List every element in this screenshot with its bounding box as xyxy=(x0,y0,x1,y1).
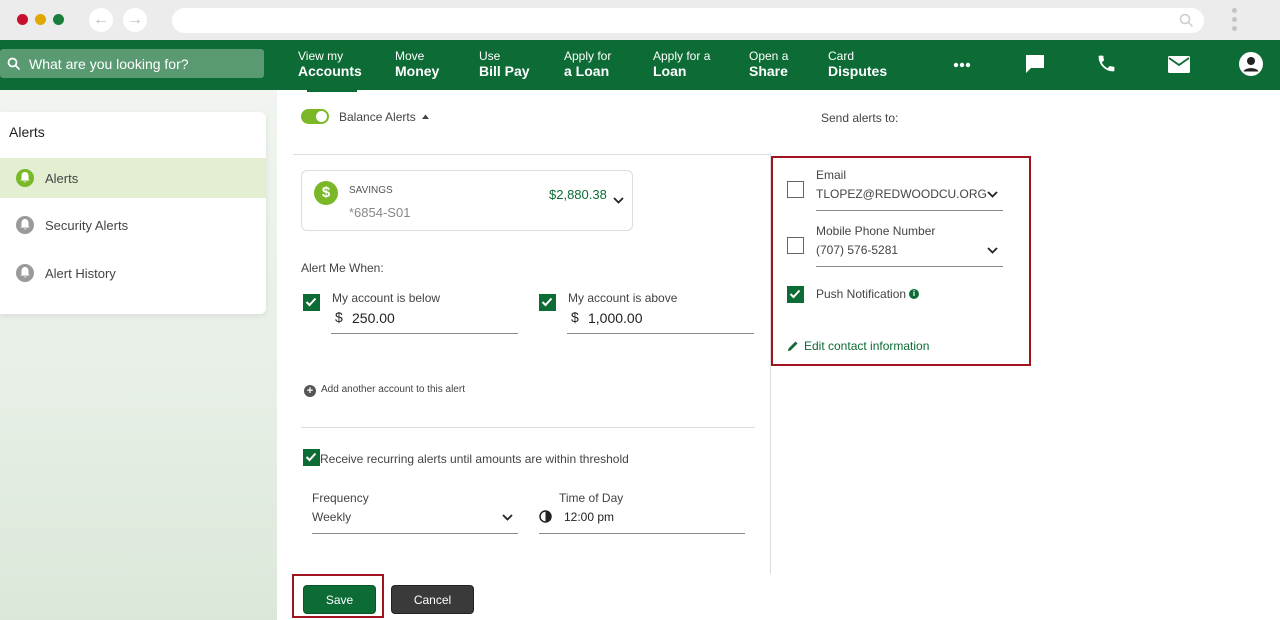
bell-icon xyxy=(16,216,34,234)
sidebar-item-alert-history[interactable]: Alert History xyxy=(0,253,266,293)
close-window-dot[interactable] xyxy=(17,14,28,25)
add-account-link[interactable]: Add another account to this alert xyxy=(321,384,465,395)
sidebar-title: Alerts xyxy=(9,124,45,140)
above-label: My account is above xyxy=(568,291,678,305)
alert-editor: Balance Alerts Send alerts to: $ SAVINGS… xyxy=(277,90,1280,620)
email-select[interactable]: TLOPEZ@REDWOODCU.ORG xyxy=(816,187,987,201)
nav-apply-loan[interactable]: Apply for a Loan xyxy=(564,49,611,79)
below-label: My account is below xyxy=(332,291,441,305)
email-checkbox[interactable] xyxy=(787,181,804,198)
sidebar-item-label: Alert History xyxy=(45,266,116,281)
alert-me-when-label: Alert Me When: xyxy=(301,261,384,275)
divider xyxy=(301,427,755,428)
below-amount-input[interactable]: 250.00 xyxy=(352,310,395,326)
forward-arrow-icon[interactable]: → xyxy=(123,8,147,32)
below-input-underline xyxy=(331,333,518,334)
nav-view-accounts[interactable]: View my Accounts xyxy=(298,49,362,79)
bell-icon xyxy=(16,264,34,282)
above-input-underline xyxy=(567,333,754,334)
account-number: *6854-S01 xyxy=(349,205,411,220)
recurring-label: Receive recurring alerts until amounts a… xyxy=(320,452,629,466)
alerts-sidebar: Alerts Alerts Security Alerts Alert Hist… xyxy=(0,112,266,314)
phone-label: Mobile Phone Number xyxy=(816,224,936,238)
push-checkbox[interactable] xyxy=(787,286,804,303)
mail-icon[interactable] xyxy=(1168,56,1190,73)
back-arrow-icon[interactable]: ← xyxy=(89,8,113,32)
save-button[interactable]: Save xyxy=(303,585,376,614)
below-currency: $ xyxy=(335,309,343,325)
edit-contact-link[interactable]: Edit contact information xyxy=(804,339,929,353)
frequency-label: Frequency xyxy=(312,491,369,505)
phone-underline xyxy=(816,266,1003,267)
more-icon[interactable] xyxy=(953,62,971,68)
account-type: SAVINGS xyxy=(349,185,393,196)
phone-icon[interactable] xyxy=(1096,53,1117,74)
above-currency: $ xyxy=(571,309,579,325)
balance-alerts-toggle[interactable] xyxy=(301,109,329,124)
address-bar[interactable] xyxy=(172,8,1204,33)
frequency-underline xyxy=(312,533,518,534)
sidebar-item-security-alerts[interactable]: Security Alerts xyxy=(0,205,266,245)
push-label: Push Notification xyxy=(816,287,907,301)
maximize-window-dot[interactable] xyxy=(53,14,64,25)
chevron-down-icon[interactable] xyxy=(502,514,513,521)
cancel-button[interactable]: Cancel xyxy=(391,585,474,614)
account-balance: $2,880.38 xyxy=(549,187,607,202)
profile-icon[interactable] xyxy=(1239,52,1263,76)
email-label: Email xyxy=(816,168,847,182)
browser-menu-icon[interactable] xyxy=(1229,8,1239,34)
frequency-select[interactable]: Weekly xyxy=(312,510,351,524)
above-amount-input[interactable]: 1,000.00 xyxy=(588,310,643,326)
nav-card-disputes[interactable]: Card Disputes xyxy=(828,49,887,79)
top-navigation: What are you looking for? View my Account… xyxy=(0,40,1280,90)
clock-icon xyxy=(539,510,552,523)
divider xyxy=(293,154,771,155)
bell-icon xyxy=(16,169,34,187)
nav-apply-for-loan[interactable]: Apply for a Loan xyxy=(653,49,710,79)
phone-select[interactable]: (707) 576-5281 xyxy=(816,243,898,257)
caret-up-icon[interactable] xyxy=(422,114,429,119)
chevron-down-icon[interactable] xyxy=(613,197,624,204)
minimize-window-dot[interactable] xyxy=(35,14,46,25)
dollar-icon: $ xyxy=(314,181,338,205)
time-underline xyxy=(539,533,745,534)
search-placeholder: What are you looking for? xyxy=(29,56,189,72)
browser-chrome: ← → xyxy=(0,0,1280,40)
time-of-day-label: Time of Day xyxy=(559,491,624,505)
nav-bill-pay[interactable]: Use Bill Pay xyxy=(479,49,530,79)
chevron-down-icon[interactable] xyxy=(987,191,998,198)
time-of-day-input[interactable]: 12:00 pm xyxy=(564,510,614,524)
add-circle-icon[interactable]: + xyxy=(304,385,316,397)
below-checkbox[interactable] xyxy=(303,294,320,311)
pencil-icon[interactable] xyxy=(787,340,799,352)
sidebar-item-label: Security Alerts xyxy=(45,218,129,233)
search-icon xyxy=(1179,13,1194,28)
chat-icon[interactable] xyxy=(1024,53,1046,75)
chevron-down-icon[interactable] xyxy=(987,247,998,254)
email-underline xyxy=(816,210,1003,211)
send-alerts-to-label: Send alerts to: xyxy=(821,111,899,125)
nav-move-money[interactable]: Move Money xyxy=(395,49,439,79)
recurring-checkbox[interactable] xyxy=(303,449,320,466)
account-selector[interactable]: $ SAVINGS *6854-S01 $2,880.38 xyxy=(301,170,633,231)
sidebar-item-label: Alerts xyxy=(45,171,79,186)
info-icon[interactable]: i xyxy=(909,289,919,299)
search-icon xyxy=(7,57,21,71)
above-checkbox[interactable] xyxy=(539,294,556,311)
tab-indicator xyxy=(287,90,1280,92)
balance-alerts-label: Balance Alerts xyxy=(339,110,416,124)
sidebar-item-alerts[interactable]: Alerts xyxy=(0,158,266,198)
phone-checkbox[interactable] xyxy=(787,237,804,254)
search-input[interactable]: What are you looking for? xyxy=(0,49,264,78)
nav-open-share[interactable]: Open a Share xyxy=(749,49,788,79)
